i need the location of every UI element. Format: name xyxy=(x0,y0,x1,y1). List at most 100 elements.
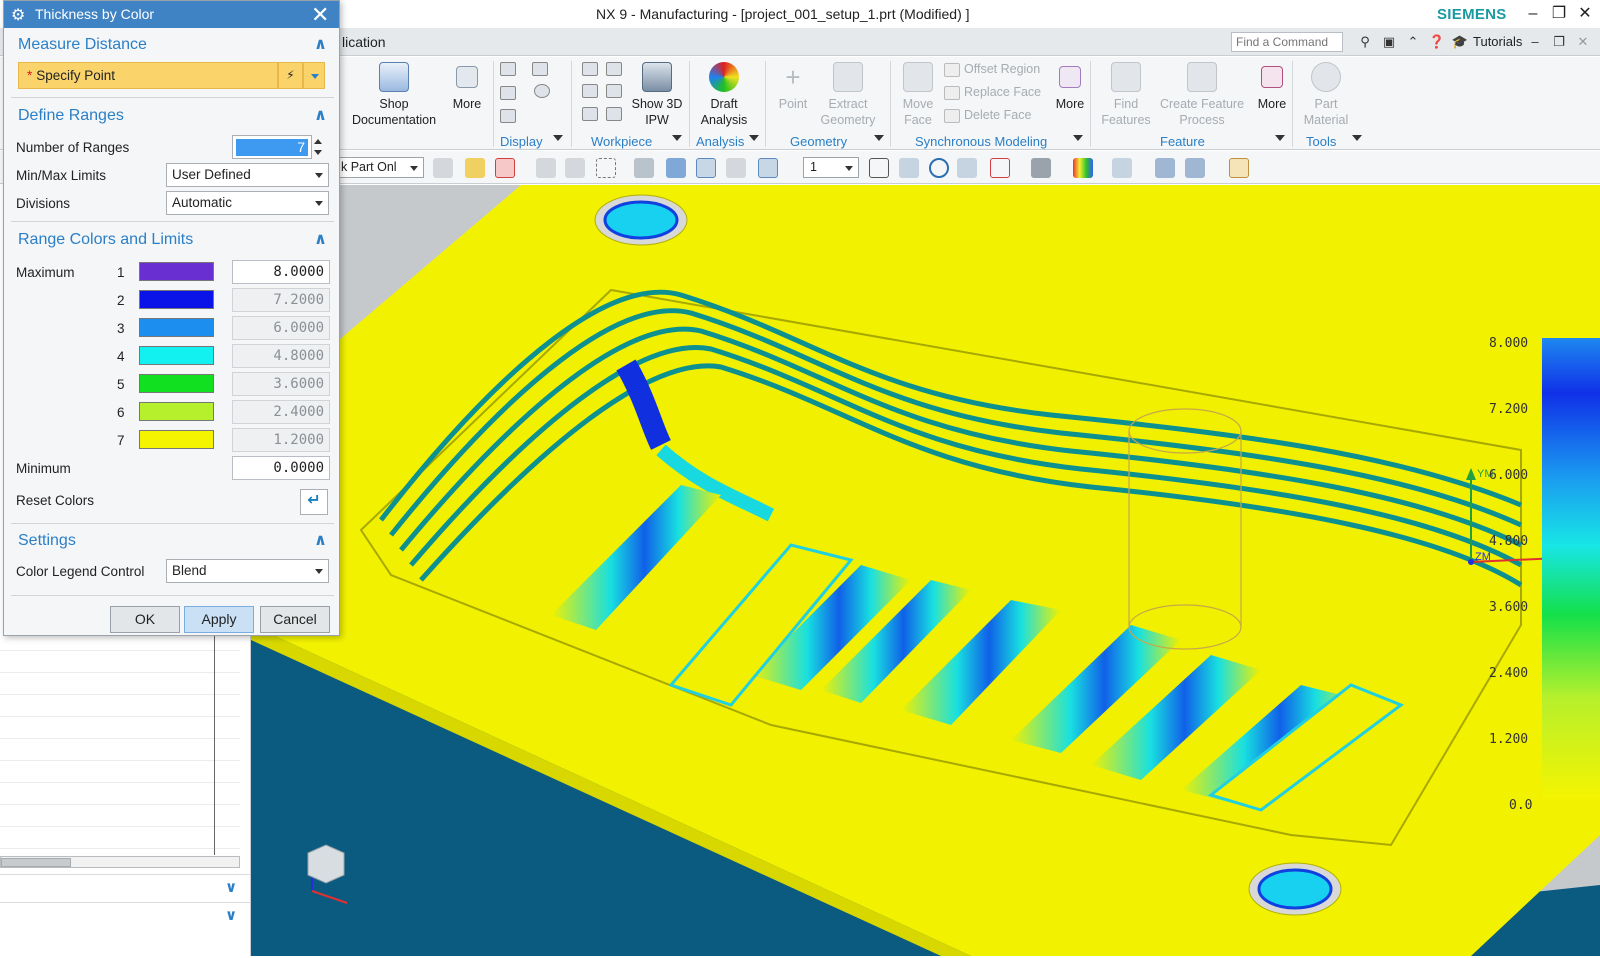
group-analysis-label[interactable]: Analysis xyxy=(696,134,744,149)
work-layer-dropdown[interactable]: 1 xyxy=(803,157,859,178)
replace-face-button[interactable]: Replace Face xyxy=(964,85,1041,99)
color-icon[interactable] xyxy=(1073,158,1093,178)
clip-icon[interactable] xyxy=(1155,158,1175,178)
list-item[interactable] xyxy=(0,652,240,673)
list-item[interactable] xyxy=(0,828,240,849)
create-feature-process-button[interactable]: Create Feature Process xyxy=(1154,62,1250,128)
chevron-down-icon[interactable]: ∨ xyxy=(225,878,237,896)
tutorials-icon[interactable]: 🎓 xyxy=(1450,32,1470,52)
spin-up-icon[interactable] xyxy=(314,139,322,144)
number-of-ranges-input[interactable]: 7 xyxy=(232,135,312,159)
number-of-ranges-spinner[interactable] xyxy=(312,135,326,159)
chevron-up-icon[interactable]: ∧ xyxy=(314,34,327,54)
section-measure-distance[interactable]: Measure Distance ∧ xyxy=(11,32,334,58)
range-color-swatch[interactable] xyxy=(139,374,214,393)
cancel-button[interactable]: Cancel xyxy=(260,606,330,633)
group-display-caret[interactable] xyxy=(553,135,563,141)
range-color-swatch[interactable] xyxy=(139,318,214,337)
group-display-label[interactable]: Display xyxy=(500,134,543,149)
scrollbar-thumb[interactable] xyxy=(1,858,71,867)
restore-icon[interactable]: ❐ xyxy=(1548,3,1570,25)
list-item[interactable] xyxy=(0,740,240,761)
snap-points-icon[interactable] xyxy=(696,158,716,178)
list-item[interactable] xyxy=(0,762,240,783)
group-feature-caret[interactable] xyxy=(1275,135,1285,141)
range-color-swatch[interactable] xyxy=(139,346,214,365)
group-geometry-label[interactable]: Geometry xyxy=(790,134,847,149)
range-color-swatch[interactable] xyxy=(139,290,214,309)
divisions-select[interactable]: Automatic xyxy=(166,191,329,215)
list-item[interactable] xyxy=(0,806,240,827)
group-tools-label[interactable]: Tools xyxy=(1306,134,1336,149)
section-range-colors[interactable]: Range Colors and Limits ∧ xyxy=(11,227,334,253)
point-button[interactable]: + Point xyxy=(770,62,816,112)
list-item[interactable] xyxy=(0,718,240,739)
search-icon[interactable]: ⚲ xyxy=(1355,32,1375,52)
restore-ribbon-icon[interactable]: ❐ xyxy=(1549,32,1569,52)
group-sync-modeling-label[interactable]: Synchronous Modeling xyxy=(915,134,1047,149)
horizontal-scrollbar[interactable] xyxy=(0,856,240,868)
select-icon-2[interactable] xyxy=(495,158,515,178)
extract-geometry-button[interactable]: Extract Geometry xyxy=(812,62,884,128)
list-item[interactable] xyxy=(0,674,240,695)
range-color-swatch[interactable] xyxy=(139,262,214,281)
close-window-icon[interactable]: ✕ xyxy=(1574,3,1596,25)
list-item[interactable] xyxy=(0,696,240,717)
more-button-1[interactable]: More xyxy=(447,62,487,112)
chevron-up-icon[interactable]: ⌃ xyxy=(1403,32,1423,52)
tutorials-link[interactable]: Tutorials xyxy=(1473,34,1522,49)
group-workpiece-caret[interactable] xyxy=(672,135,682,141)
chevron-down-icon[interactable]: ∨ xyxy=(225,906,237,924)
show-3d-ipw-button[interactable]: Show 3D IPW xyxy=(626,62,688,128)
group-workpiece-label[interactable]: Workpiece xyxy=(591,134,652,149)
view-icon[interactable] xyxy=(957,158,977,178)
rectangle-select-icon[interactable] xyxy=(596,158,616,178)
chevron-up-icon[interactable]: ∧ xyxy=(314,105,327,125)
point-type-dropdown[interactable] xyxy=(303,62,325,89)
window-icon[interactable]: ▣ xyxy=(1379,32,1399,52)
box-icon[interactable] xyxy=(666,158,686,178)
color-legend-control-select[interactable]: Blend xyxy=(166,559,329,583)
workpiece-icon-3[interactable] xyxy=(582,84,598,98)
display-icon-1[interactable] xyxy=(500,62,516,76)
select-icon-1[interactable] xyxy=(465,158,485,178)
selection-scope-dropdown[interactable]: k Part Onl xyxy=(336,157,424,178)
dialog-title-bar[interactable]: ⚙ Thickness by Color ✕ xyxy=(4,1,339,28)
close-part-icon[interactable]: ✕ xyxy=(1573,32,1593,52)
curve-icon[interactable] xyxy=(534,109,550,123)
min-max-limits-select[interactable]: User Defined xyxy=(166,163,329,187)
display-icon-4[interactable] xyxy=(534,84,550,98)
chevron-up-icon[interactable]: ∧ xyxy=(314,229,327,249)
measure-icon[interactable] xyxy=(1229,158,1249,178)
specify-point-field[interactable]: * Specify Point xyxy=(18,62,278,89)
pan-icon[interactable] xyxy=(899,158,919,178)
range-color-swatch[interactable] xyxy=(139,402,214,421)
part-material-button[interactable]: Part Material xyxy=(1298,62,1354,128)
display-icon-3[interactable] xyxy=(500,86,516,100)
list-item[interactable] xyxy=(0,784,240,805)
gear-icon[interactable]: ⚙ xyxy=(11,5,25,25)
filter-icon[interactable] xyxy=(433,158,453,178)
group-feature-label[interactable]: Feature xyxy=(1160,134,1205,149)
workpiece-icon-4[interactable] xyxy=(606,84,622,98)
find-command-input[interactable] xyxy=(1231,32,1343,52)
reset-colors-button[interactable]: ↵ xyxy=(300,489,328,515)
close-icon[interactable]: ✕ xyxy=(311,2,329,28)
shop-documentation-button[interactable]: Shop Documentation xyxy=(346,62,442,128)
point-snap-icon[interactable] xyxy=(726,158,746,178)
offset-region-button[interactable]: Offset Region xyxy=(964,62,1040,76)
group-tools-caret[interactable] xyxy=(1352,135,1362,141)
minimize-ribbon-icon[interactable]: – xyxy=(1525,32,1545,52)
section-icon[interactable] xyxy=(1112,158,1132,178)
minimum-field[interactable]: 0.0000 xyxy=(232,456,330,480)
group-sync-caret[interactable] xyxy=(1073,135,1083,141)
more-button-2[interactable]: More xyxy=(1050,62,1090,112)
apply-button[interactable]: Apply xyxy=(184,606,254,633)
navigator-section-1[interactable]: ∨ xyxy=(0,874,250,899)
section-define-ranges[interactable]: Define Ranges ∧ xyxy=(11,103,334,129)
column-divider[interactable] xyxy=(214,630,215,855)
range-limit-field[interactable]: 8.0000 xyxy=(232,260,330,284)
chevron-up-icon[interactable]: ∧ xyxy=(314,530,327,550)
fit-icon[interactable] xyxy=(990,158,1010,178)
zoom-icon[interactable] xyxy=(869,158,889,178)
